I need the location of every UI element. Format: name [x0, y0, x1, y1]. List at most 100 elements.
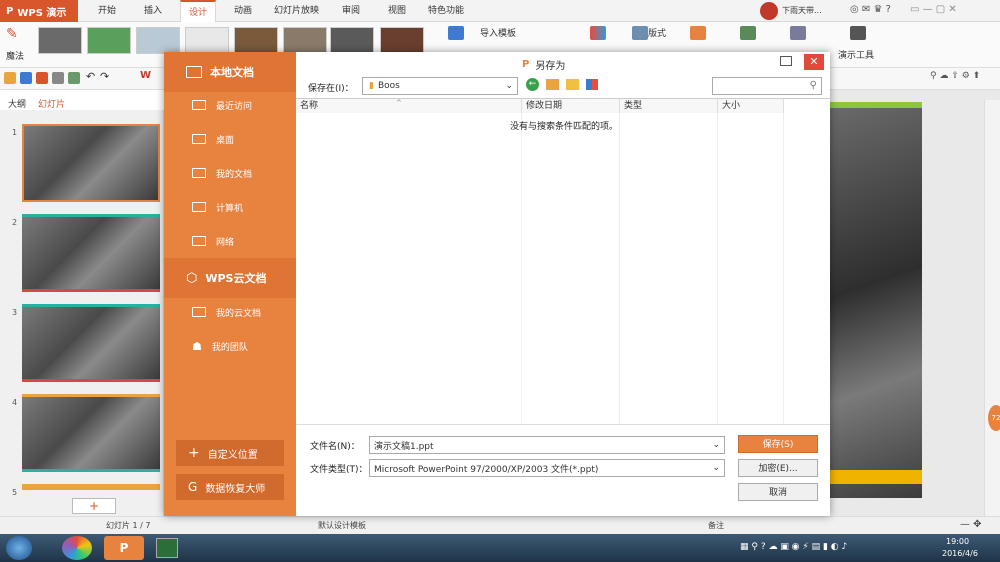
design-thumb-7[interactable] [330, 27, 374, 54]
save-button[interactable]: 保存(S) [738, 435, 818, 453]
data-recovery-label: 数据恢复大师 [205, 483, 266, 495]
open-icon[interactable] [4, 72, 16, 84]
sidebar-item-my-cloud[interactable]: 我的云文档 [164, 295, 296, 329]
notes-button[interactable]: 备注 [708, 520, 724, 531]
tab-outline[interactable]: 大纲 [8, 97, 26, 110]
local-docs-header[interactable]: 本地文档 [164, 52, 296, 92]
redo-icon[interactable]: ↷ [100, 70, 109, 83]
design-thumb-3[interactable] [136, 27, 180, 54]
presentation-tools-icon[interactable] [850, 26, 866, 40]
pdf-icon[interactable] [36, 72, 48, 84]
design-thumb-4[interactable] [185, 27, 229, 54]
tab-view[interactable]: 视图 [380, 0, 414, 22]
view-menu-icon[interactable] [586, 79, 598, 90]
design-thumb-5[interactable] [234, 27, 278, 54]
sidebar-item-my-documents[interactable]: 我的文档 [164, 156, 296, 190]
search-input[interactable]: ⚲ [712, 77, 822, 95]
file-list[interactable]: 名称 修改日期 类型 大小 ^ 没有与搜索条件匹配的项。 [296, 98, 830, 425]
user-name[interactable]: 下雨天带... [782, 5, 822, 16]
tray-icons[interactable]: ▦ ⚲ ? ☁ ▣ ◉ ⚡ ▤ ▮ ◐ ♪ [740, 542, 847, 552]
sidebar-item-network[interactable]: 网络 [164, 224, 296, 258]
slide-thumb-1[interactable] [22, 124, 160, 202]
tab-animation[interactable]: 动画 [226, 0, 260, 22]
sidebar-item-label: 我的文档 [216, 169, 253, 180]
tab-slideshow[interactable]: 幻灯片放映 [266, 0, 327, 22]
wps-w-icon[interactable]: W [140, 70, 151, 81]
column-divider [619, 113, 620, 425]
print-icon[interactable] [52, 72, 64, 84]
tab-review[interactable]: 审阅 [334, 0, 368, 22]
sidebar-item-recent[interactable]: 最近访问 [164, 88, 296, 122]
clock-date[interactable]: 2016/4/6 [942, 549, 978, 558]
maximize-icon[interactable] [780, 56, 792, 66]
edit-master-icon[interactable] [690, 26, 706, 40]
zoom-indicator[interactable]: 72 [988, 405, 1000, 431]
taskbar-wps-icon[interactable]: P [104, 536, 144, 560]
taskbar-app-icon[interactable] [62, 536, 92, 560]
sidebar-item-desktop[interactable]: 桌面 [164, 122, 296, 156]
design-thumb-6[interactable] [283, 27, 327, 54]
add-slide-button[interactable]: + [72, 498, 116, 514]
wps-logo[interactable]: P WPS 演示 [0, 0, 78, 22]
import-template-button[interactable]: 导入模板 [480, 26, 516, 39]
cloud-docs-header[interactable]: ⬡ WPS云文档 [164, 258, 296, 298]
layout-label[interactable]: 版式 [648, 26, 666, 39]
tab-slides[interactable]: 幻灯片 [38, 97, 65, 110]
column-name[interactable]: 名称 [296, 99, 522, 113]
zoom-controls[interactable]: — ✥ [960, 519, 982, 530]
column-modified[interactable]: 修改日期 [522, 99, 620, 113]
filename-input[interactable]: 演示文稿1.ppt ⌄ [369, 436, 725, 454]
slide-thumb-4[interactable] [22, 394, 160, 472]
undo-icon[interactable]: ↶ [86, 70, 95, 83]
start-button[interactable] [6, 536, 32, 560]
sidebar-item-computer[interactable]: 计算机 [164, 190, 296, 224]
save-icon[interactable] [20, 72, 32, 84]
tab-features[interactable]: 特色功能 [420, 0, 472, 22]
current-slide[interactable] [830, 108, 922, 498]
recovery-icon: G [188, 480, 198, 494]
design-thumb-1[interactable] [38, 27, 82, 54]
column-size[interactable]: 大小 [718, 99, 784, 113]
color-scheme-icon[interactable] [590, 26, 606, 40]
local-docs-label: 本地文档 [210, 66, 254, 79]
tab-insert[interactable]: 插入 [136, 0, 170, 22]
template-name: 默认设计模板 [318, 521, 366, 530]
preview-icon[interactable] [68, 72, 80, 84]
custom-location-button[interactable]: + 自定义位置 [176, 440, 284, 466]
user-avatar[interactable] [760, 2, 778, 20]
back-icon[interactable]: ← [526, 78, 539, 91]
vertical-scrollbar[interactable] [984, 100, 1000, 516]
layout-icon[interactable] [632, 26, 648, 40]
slide-size-icon[interactable] [790, 26, 806, 40]
window-controls[interactable]: ▭ — ▢ ✕ [910, 4, 957, 15]
design-thumb-2[interactable] [87, 27, 131, 54]
tab-home[interactable]: 开始 [90, 0, 124, 22]
template-icon [448, 26, 464, 40]
new-folder-icon[interactable] [566, 79, 579, 90]
header-icons: ◎ ✉ ♛ ? [850, 4, 891, 15]
column-type[interactable]: 类型 [620, 99, 718, 113]
cancel-button[interactable]: 取消 [738, 483, 818, 501]
magic-icon[interactable]: ✎ [6, 26, 26, 44]
close-icon[interactable]: ✕ [804, 54, 824, 70]
data-recovery-button[interactable]: G 数据恢复大师 [176, 474, 284, 500]
slide-info: 幻灯片 1 / 7 [106, 521, 151, 530]
sidebar-item-my-team[interactable]: ☗ 我的团队 [164, 329, 296, 363]
page-setup-icon[interactable] [740, 26, 756, 40]
slide-thumb-5[interactable] [22, 484, 160, 490]
magic-label[interactable]: 魔法 [6, 49, 24, 62]
encrypt-button[interactable]: 加密(E)... [738, 459, 818, 477]
save-in-select[interactable]: ▮ Boos ⌄ [362, 77, 518, 95]
slide-thumb-3[interactable] [22, 304, 160, 382]
empty-message: 没有与搜索条件匹配的项。 [510, 122, 619, 132]
slide-panel: 1 2 3 4 5 + [0, 110, 164, 516]
tab-design[interactable]: 设计 [180, 0, 217, 22]
presentation-tools-label[interactable]: 演示工具 [838, 48, 874, 61]
design-thumb-8[interactable] [380, 27, 424, 54]
clock-time[interactable]: 19:00 [946, 537, 969, 546]
up-folder-icon[interactable] [546, 79, 559, 90]
filetype-select[interactable]: Microsoft PowerPoint 97/2000/XP/2003 文件(… [369, 459, 725, 477]
taskbar-terminal-icon[interactable] [156, 538, 178, 558]
slide-thumb-2[interactable] [22, 214, 160, 292]
computer-icon [192, 202, 206, 212]
